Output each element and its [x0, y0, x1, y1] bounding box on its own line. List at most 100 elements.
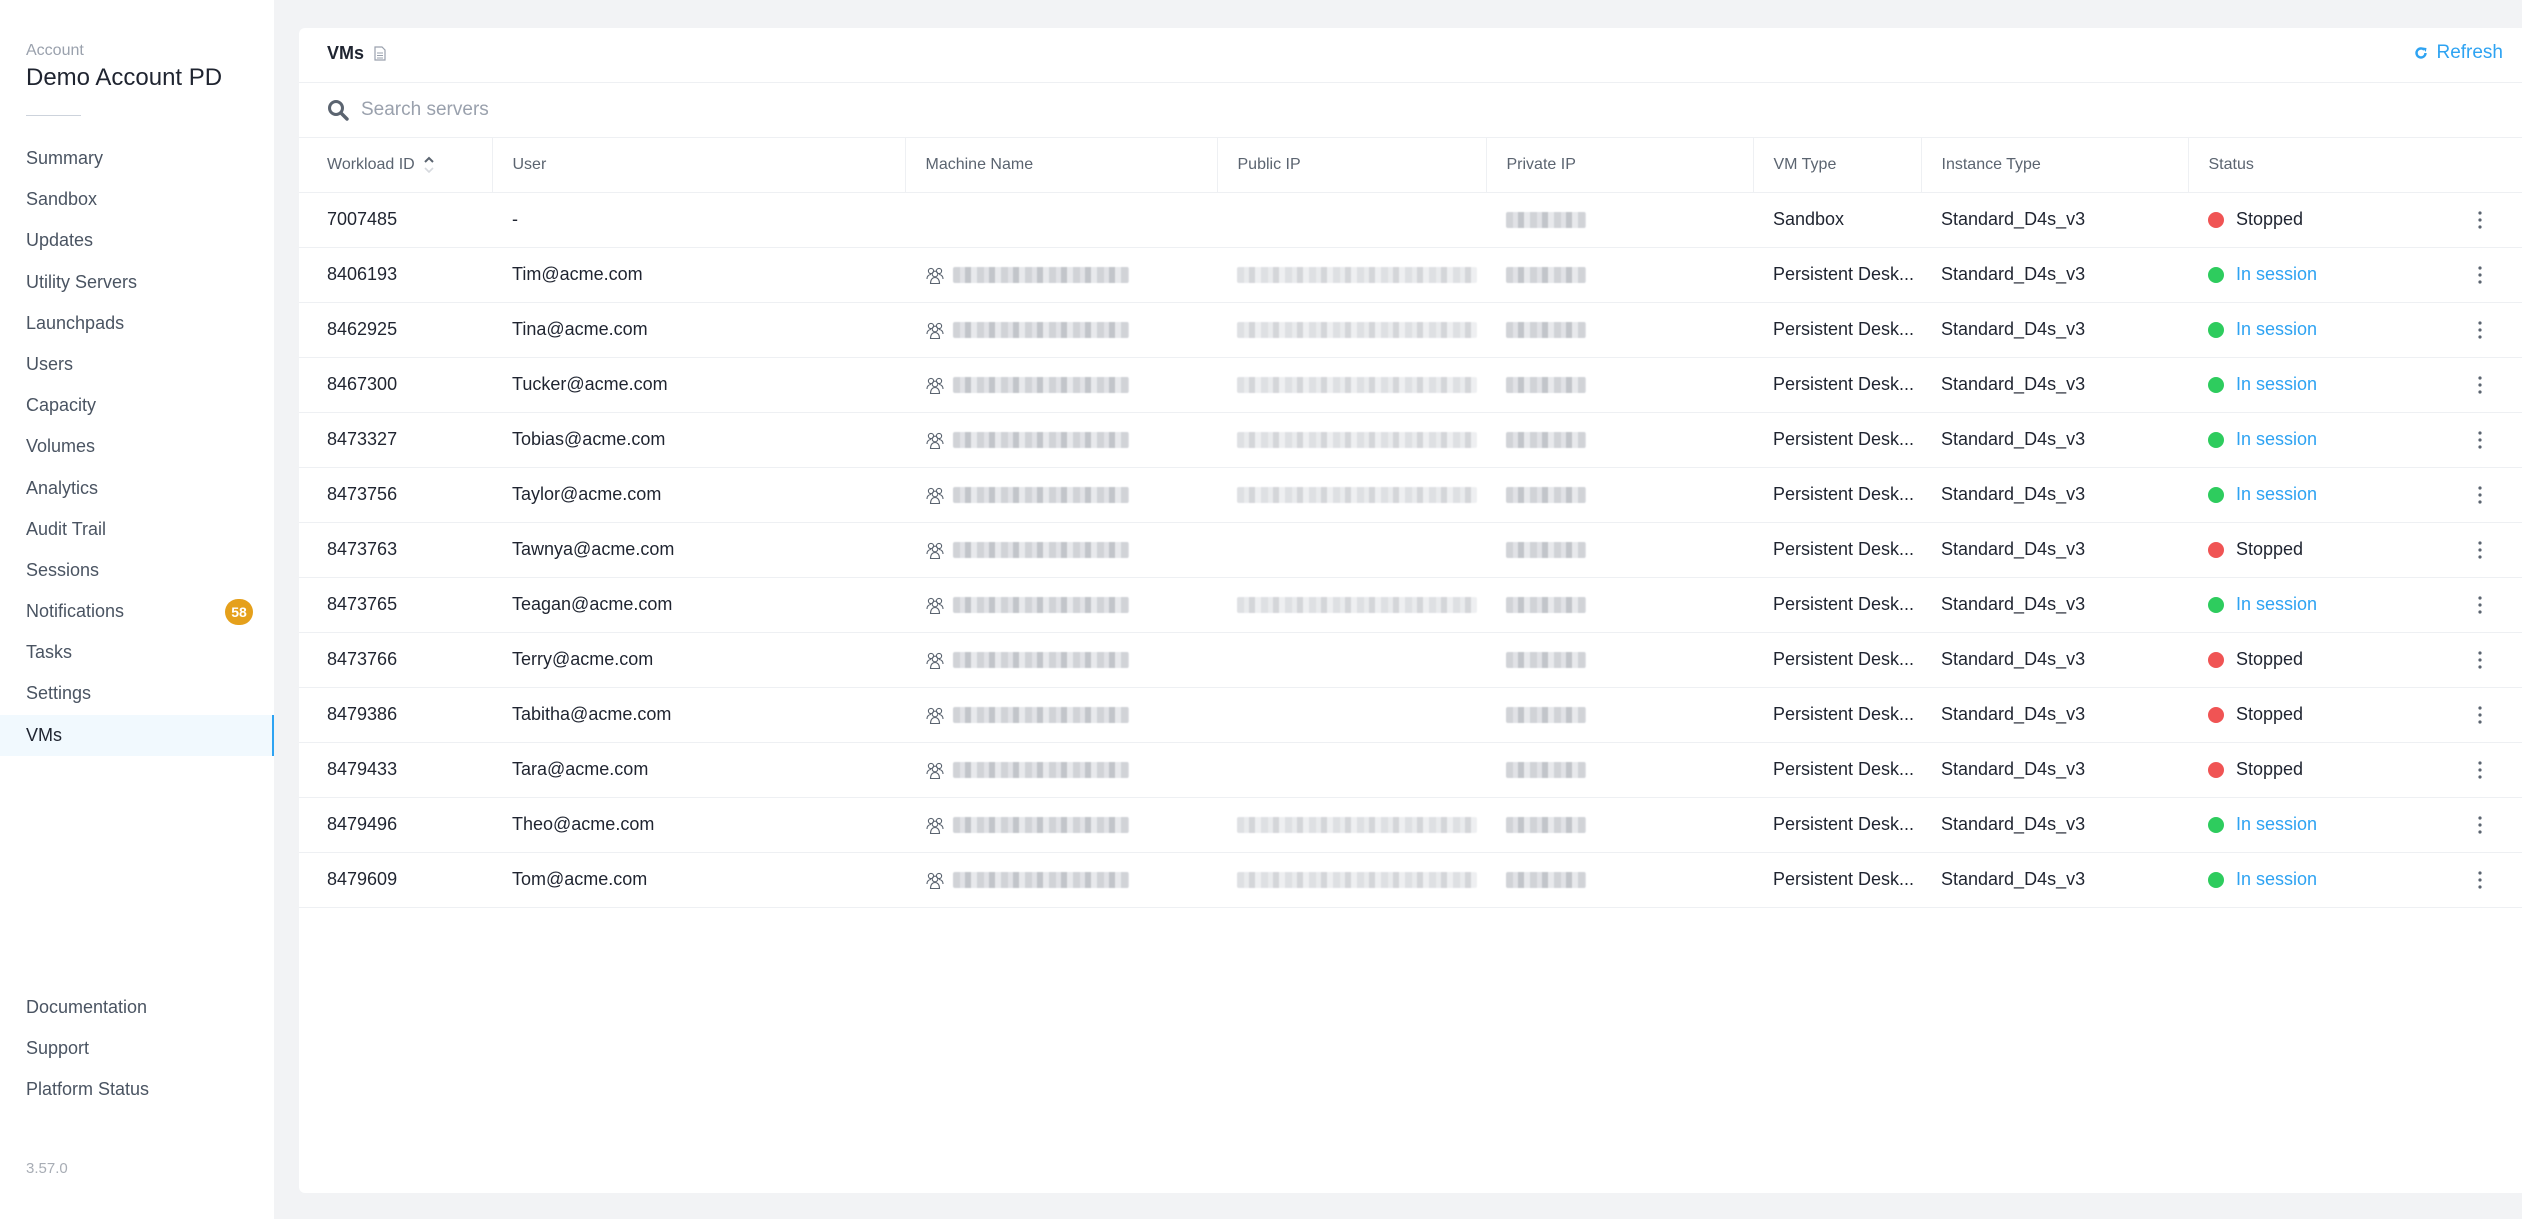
table-row[interactable]: 8473766 Terry@acme.com Persistent Desk... S… [299, 632, 2522, 688]
column-header-vm-type[interactable]: VM Type [1752, 138, 1921, 193]
user-cell: Tawnya@acme.com [492, 522, 905, 578]
public-ip-cell [1217, 467, 1486, 523]
table-row[interactable]: 8479609 Tom@acme.com Persistent Desk... Sta… [299, 852, 2522, 908]
row-actions-menu-button[interactable] [2438, 632, 2522, 688]
public-ip-cell [1217, 632, 1486, 688]
row-actions-menu-button[interactable] [2438, 577, 2522, 633]
machine-name-cell [905, 687, 1217, 743]
sidebar-item-sandbox[interactable]: Sandbox [0, 179, 274, 220]
column-header-status[interactable]: Status [2187, 138, 2438, 193]
status-text[interactable]: In session [2236, 264, 2317, 285]
sidebar-nav: Summary Sandbox Updates Utility Servers Laun… [0, 138, 274, 756]
column-header-private-ip[interactable]: Private IP [1485, 138, 1753, 193]
row-actions-menu-button[interactable] [2438, 797, 2522, 853]
sidebar-item-summary[interactable]: Summary [0, 138, 274, 179]
row-actions-menu-button[interactable] [2438, 687, 2522, 743]
status-text[interactable]: In session [2236, 429, 2317, 450]
sidebar-item-label: Launchpads [26, 312, 125, 333]
table-row[interactable]: 8406193 Tim@acme.com Persistent Desk... Sta… [299, 247, 2522, 303]
status-dot-icon [2208, 816, 2224, 833]
table-row[interactable]: 8479496 Theo@acme.com Persistent Desk... St… [299, 797, 2522, 853]
table-row[interactable]: 8473763 Tawnya@acme.com Persistent Desk...… [299, 522, 2522, 578]
sidebar-item-launchpads[interactable]: Launchpads [0, 303, 274, 344]
private-ip-cell [1486, 247, 1753, 303]
table-row[interactable]: 8473756 Taylor@acme.com Persistent Desk...… [299, 467, 2522, 523]
table-row[interactable]: 8462925 Tina@acme.com Persistent Desk... St… [299, 302, 2522, 358]
table-row[interactable]: 8479433 Tara@acme.com Persistent Desk... St… [299, 742, 2522, 798]
search-input[interactable] [361, 93, 1161, 127]
sidebar-item-vms[interactable]: VMs [0, 714, 274, 756]
vm-type-cell: Persistent Desk... [1753, 577, 1921, 633]
row-actions-menu-button[interactable] [2438, 302, 2522, 358]
sidebar-item-documentation[interactable]: Documentation [0, 987, 274, 1028]
sidebar-item-label: VMs [26, 724, 62, 745]
row-actions-menu-button[interactable] [2438, 522, 2522, 578]
users-group-icon [926, 377, 944, 395]
public-ip-cell [1217, 192, 1486, 248]
refresh-button[interactable]: Refresh [2414, 42, 2503, 64]
sidebar-item-analytics[interactable]: Analytics [0, 468, 274, 509]
table-row[interactable]: 8473765 Teagan@acme.com Persistent Desk...… [299, 577, 2522, 633]
table-row[interactable]: 7007485- Sandbox Standard_D4s_v3 Stopped [299, 192, 2522, 248]
sidebar-item-label: Audit Trail [26, 518, 107, 539]
document-icon[interactable] [374, 46, 386, 61]
sidebar-item-platform-status[interactable]: Platform Status [0, 1069, 274, 1110]
account-label: Account [26, 42, 84, 59]
row-actions-menu-button[interactable] [2438, 357, 2522, 413]
row-actions-menu-button[interactable] [2438, 247, 2522, 303]
status-text[interactable]: In session [2236, 814, 2317, 835]
table-row[interactable]: 8467300 Tucker@acme.com Persistent Desk...… [299, 357, 2522, 413]
row-actions-menu-button[interactable] [2438, 852, 2522, 908]
column-header-machine-name[interactable]: Machine Name [904, 138, 1217, 193]
sidebar-item-volumes[interactable]: Volumes [0, 426, 274, 467]
status-text[interactable]: In session [2236, 869, 2317, 890]
column-header-user[interactable]: User [491, 138, 905, 193]
sidebar-item-label: Platform Status [26, 1079, 150, 1100]
status-text[interactable]: In session [2236, 319, 2317, 340]
workload-id-cell: 8406193 [299, 247, 492, 303]
sidebar-item-label: Analytics [26, 477, 99, 498]
workload-id-cell: 8473756 [299, 467, 492, 523]
sidebar-item-audit-trail[interactable]: Audit Trail [0, 509, 274, 550]
status-cell: In session [2188, 357, 2438, 413]
sidebar-item-notifications[interactable]: Notifications 58 [0, 591, 274, 632]
more-vertical-icon [2478, 211, 2482, 229]
sidebar-item-utility-servers[interactable]: Utility Servers [0, 262, 274, 303]
sidebar-item-updates[interactable]: Updates [0, 220, 274, 261]
status-text[interactable]: In session [2236, 594, 2317, 615]
sidebar-item-settings[interactable]: Settings [0, 673, 274, 714]
vm-type-cell: Persistent Desk... [1753, 632, 1921, 688]
more-vertical-icon [2478, 431, 2482, 449]
row-actions-menu-button[interactable] [2438, 192, 2522, 248]
status-text: Stopped [2236, 704, 2304, 724]
column-header-workload-id[interactable]: Workload ID [299, 138, 492, 193]
table-row[interactable]: 8473327 Tobias@acme.com Persistent Desk...… [299, 412, 2522, 468]
status-text[interactable]: In session [2236, 374, 2317, 395]
column-header-public-ip[interactable]: Public IP [1216, 138, 1486, 193]
instance-type-cell: Standard_D4s_v3 [1921, 852, 2188, 908]
column-header-instance-type[interactable]: Instance Type [1920, 138, 2188, 193]
sidebar-item-sessions[interactable]: Sessions [0, 550, 274, 591]
vm-type-cell: Persistent Desk... [1753, 852, 1921, 908]
table-row[interactable]: 8479386 Tabitha@acme.com Persistent Desk..… [299, 687, 2522, 743]
sidebar: Account Demo Account PD Summary Sandbox Up… [0, 0, 274, 1219]
machine-name-redacted [953, 872, 1129, 889]
sidebar-item-label: Users [26, 353, 74, 374]
public-ip-cell [1217, 357, 1486, 413]
users-group-icon [926, 432, 944, 450]
row-actions-menu-button[interactable] [2438, 742, 2522, 798]
sort-ascending-icon[interactable] [423, 155, 435, 175]
user-cell: Tobias@acme.com [492, 412, 905, 468]
users-group-icon [926, 872, 944, 890]
status-text[interactable]: In session [2236, 484, 2317, 505]
more-vertical-icon [2478, 541, 2482, 559]
sidebar-item-users[interactable]: Users [0, 344, 274, 385]
status-dot-icon [2208, 706, 2224, 723]
row-actions-menu-button[interactable] [2438, 467, 2522, 523]
sidebar-item-capacity[interactable]: Capacity [0, 385, 274, 426]
sidebar-item-support[interactable]: Support [0, 1028, 274, 1069]
sidebar-item-tasks[interactable]: Tasks [0, 632, 274, 673]
row-actions-menu-button[interactable] [2438, 412, 2522, 468]
vm-type-cell: Sandbox [1753, 192, 1921, 248]
vms-table: Workload ID User Machine Name Public IP Priv… [299, 138, 2522, 908]
